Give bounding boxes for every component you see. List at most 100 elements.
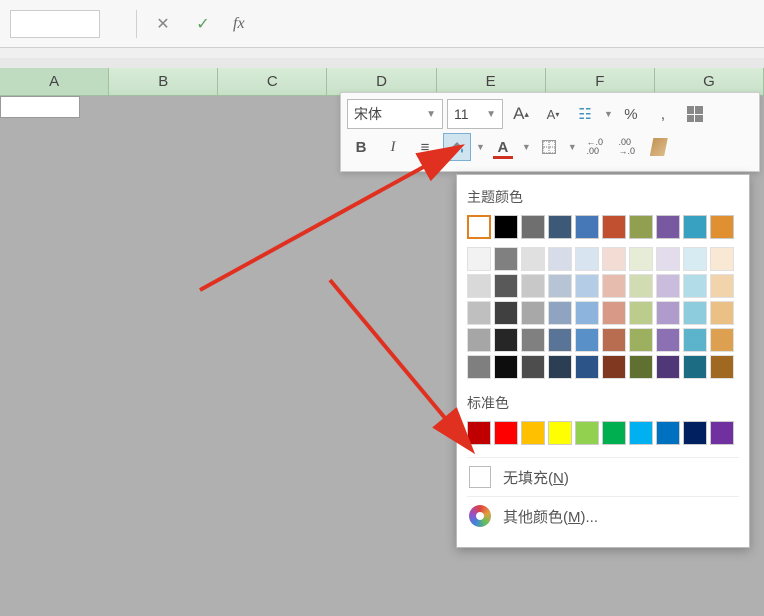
color-swatch[interactable] [602,274,626,298]
color-swatch[interactable] [710,247,734,271]
color-swatch[interactable] [602,421,626,445]
merge-cells-button[interactable] [681,100,709,128]
color-swatch[interactable] [656,328,680,352]
color-swatch[interactable] [521,215,545,239]
color-swatch[interactable] [521,328,545,352]
color-swatch[interactable] [467,247,491,271]
chevron-down-icon[interactable]: ▼ [604,109,613,119]
color-swatch[interactable] [467,328,491,352]
confirm-icon[interactable]: ✓ [191,12,215,36]
color-swatch[interactable] [656,215,680,239]
color-swatch[interactable] [602,328,626,352]
col-header-d[interactable]: D [327,68,436,95]
color-swatch[interactable] [683,421,707,445]
font-color-button[interactable]: A [489,133,517,161]
font-name-combo[interactable]: 宋体 ▼ [347,99,443,129]
col-header-b[interactable]: B [109,68,218,95]
color-swatch[interactable] [656,355,680,379]
color-swatch[interactable] [710,301,734,325]
chevron-down-icon[interactable]: ▼ [568,142,577,152]
no-fill-item[interactable]: 无填充(N) [467,457,739,496]
color-swatch[interactable] [710,215,734,239]
color-swatch[interactable] [548,215,572,239]
color-swatch[interactable] [602,355,626,379]
color-swatch[interactable] [548,328,572,352]
color-swatch[interactable] [656,301,680,325]
color-swatch[interactable] [656,247,680,271]
color-swatch[interactable] [575,247,599,271]
color-swatch[interactable] [494,355,518,379]
cancel-icon[interactable]: ✕ [151,12,175,36]
color-swatch[interactable] [629,328,653,352]
name-box[interactable] [10,10,100,38]
color-swatch[interactable] [548,274,572,298]
color-swatch[interactable] [629,301,653,325]
color-swatch[interactable] [575,301,599,325]
color-swatch[interactable] [521,274,545,298]
color-swatch[interactable] [494,421,518,445]
color-swatch[interactable] [602,301,626,325]
color-swatch[interactable] [467,301,491,325]
color-swatch[interactable] [629,247,653,271]
color-swatch[interactable] [494,215,518,239]
color-swatch[interactable] [521,301,545,325]
increase-font-button[interactable]: A▴ [507,100,535,128]
chevron-down-icon[interactable]: ▼ [476,142,485,152]
color-swatch[interactable] [467,274,491,298]
bold-button[interactable]: B [347,133,375,161]
color-swatch[interactable] [575,421,599,445]
color-swatch[interactable] [467,215,491,239]
percent-button[interactable]: % [617,100,645,128]
color-swatch[interactable] [575,328,599,352]
color-swatch[interactable] [602,215,626,239]
color-swatch[interactable] [548,355,572,379]
decrease-font-button[interactable]: A▾ [539,100,567,128]
color-swatch[interactable] [683,274,707,298]
color-swatch[interactable] [710,421,734,445]
borders-button[interactable] [535,133,563,161]
accounting-format-button[interactable]: ☷ [571,100,599,128]
color-swatch[interactable] [575,274,599,298]
color-swatch[interactable] [467,355,491,379]
color-swatch[interactable] [629,274,653,298]
color-swatch[interactable] [683,355,707,379]
color-swatch[interactable] [629,215,653,239]
color-swatch[interactable] [494,274,518,298]
fx-icon[interactable]: fx [233,15,245,33]
format-painter-button[interactable] [645,133,673,161]
color-swatch[interactable] [548,247,572,271]
color-swatch[interactable] [629,355,653,379]
color-swatch[interactable] [683,301,707,325]
color-swatch[interactable] [602,247,626,271]
col-header-g[interactable]: G [655,68,764,95]
italic-button[interactable]: I [379,133,407,161]
col-header-c[interactable]: C [218,68,327,95]
align-button[interactable]: ≡ [411,133,439,161]
color-swatch[interactable] [494,301,518,325]
color-swatch[interactable] [683,328,707,352]
color-swatch[interactable] [575,215,599,239]
color-swatch[interactable] [467,421,491,445]
color-swatch[interactable] [656,421,680,445]
color-swatch[interactable] [656,274,680,298]
col-header-e[interactable]: E [437,68,546,95]
color-swatch[interactable] [494,328,518,352]
color-swatch[interactable] [710,328,734,352]
color-swatch[interactable] [683,247,707,271]
color-swatch[interactable] [629,421,653,445]
comma-button[interactable]: , [649,100,677,128]
color-swatch[interactable] [521,247,545,271]
color-swatch[interactable] [521,421,545,445]
fill-color-button[interactable] [443,133,471,161]
cell-a1[interactable] [0,96,80,118]
color-swatch[interactable] [521,355,545,379]
chevron-down-icon[interactable]: ▼ [522,142,531,152]
increase-decimal-button[interactable]: ←.0.00 [581,133,609,161]
color-swatch[interactable] [710,355,734,379]
color-swatch[interactable] [683,215,707,239]
more-colors-item[interactable]: 其他颜色(M)... [467,496,739,535]
color-swatch[interactable] [710,274,734,298]
color-swatch[interactable] [548,301,572,325]
color-swatch[interactable] [548,421,572,445]
color-swatch[interactable] [575,355,599,379]
